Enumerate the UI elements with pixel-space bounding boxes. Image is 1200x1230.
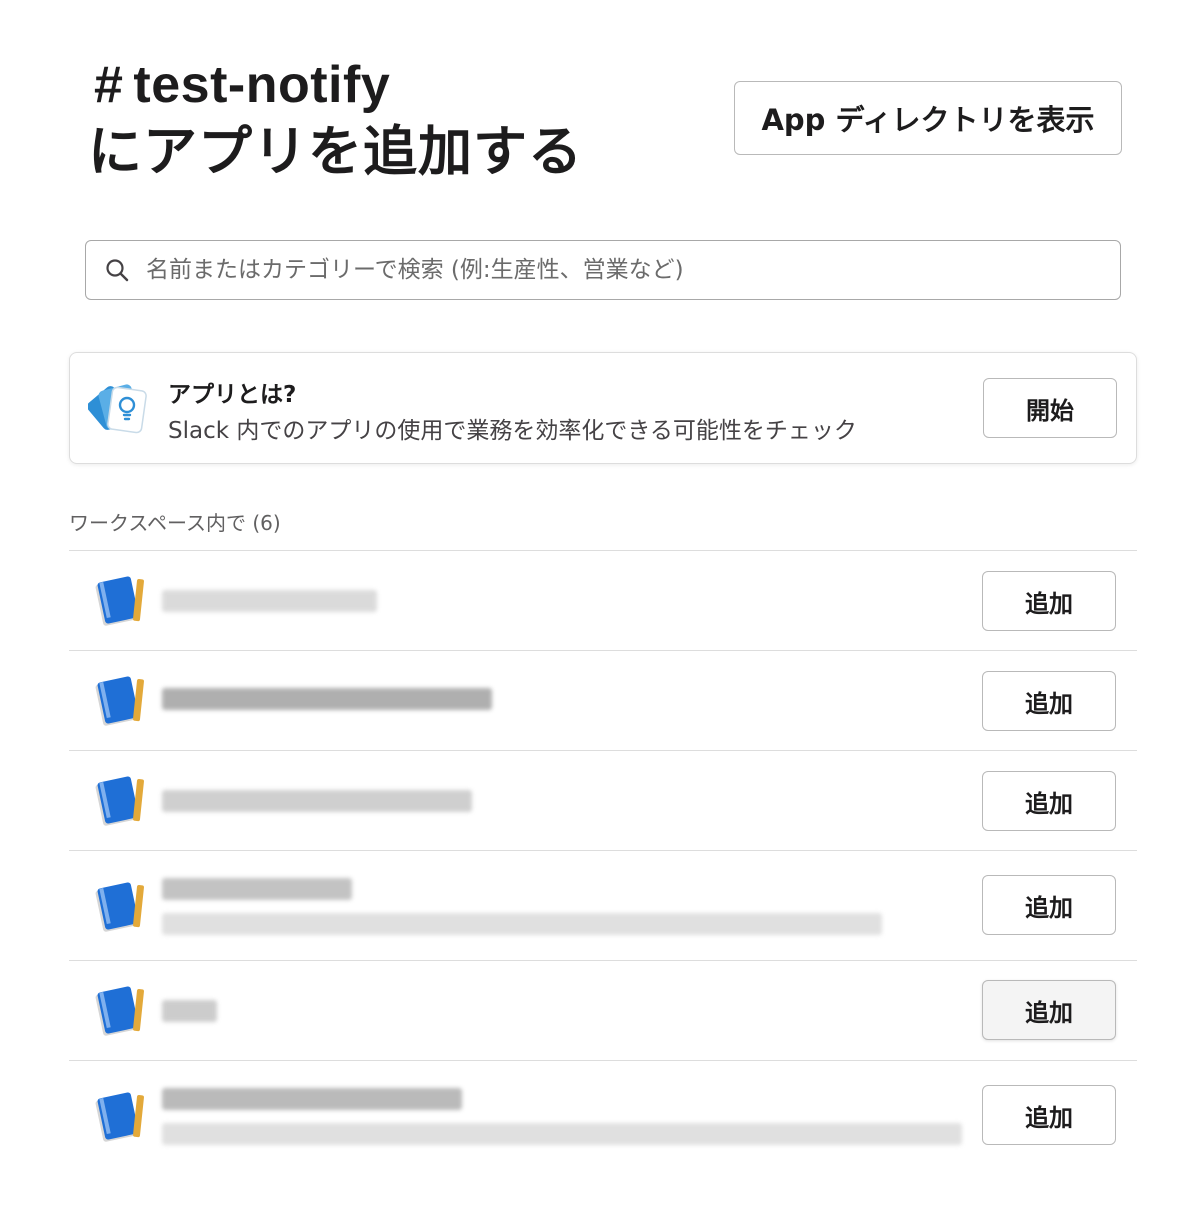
redacted-app-name (162, 878, 352, 900)
redacted-app-name (162, 590, 377, 612)
list-item: 追加 (69, 850, 1137, 960)
promo-title: アプリとは? (168, 382, 297, 408)
workspace-apps-header: ワークスペース内で (6) (69, 511, 281, 535)
app-notebook-icon (93, 773, 149, 829)
app-notebook-icon (93, 673, 149, 729)
list-item: 追加 (69, 1060, 1137, 1170)
list-item: 追加 (69, 960, 1137, 1060)
add-app-button[interactable]: 追加 (982, 875, 1116, 935)
channel-hash: # (94, 56, 124, 114)
search-box[interactable] (85, 240, 1121, 300)
add-app-button[interactable]: 追加 (982, 1085, 1116, 1145)
app-notebook-icon (93, 983, 149, 1039)
redacted-app-description (162, 913, 882, 935)
add-app-button[interactable]: 追加 (982, 671, 1116, 731)
promo-description: Slack 内でのアプリの使用で業務を効率化できる可能性をチェック (168, 418, 857, 444)
app-notebook-icon (93, 573, 149, 629)
page-title: # test-notify にアプリを追加する (88, 52, 583, 186)
app-directory-button[interactable]: App ディレクトリを表示 (734, 81, 1122, 155)
page-subtitle: にアプリを追加する (88, 122, 583, 182)
list-item: 追加 (69, 750, 1137, 850)
app-notebook-icon (93, 879, 149, 935)
app-notebook-icon (93, 1089, 149, 1145)
start-button[interactable]: 開始 (983, 378, 1117, 438)
apps-intro-card: アプリとは? Slack 内でのアプリの使用で業務を効率化できる可能性をチェック… (69, 352, 1137, 464)
search-input[interactable] (146, 241, 1120, 299)
search-icon (104, 257, 130, 283)
redacted-app-name (162, 688, 492, 710)
redacted-app-name (162, 1000, 217, 1022)
redacted-app-name (162, 1088, 462, 1110)
workspace-app-list: 追加 追加 追加 追加 追加 追加 (69, 550, 1137, 1170)
add-app-button[interactable]: 追加 (982, 980, 1116, 1040)
channel-name: test-notify (133, 56, 391, 114)
list-item: 追加 (69, 650, 1137, 750)
add-app-button[interactable]: 追加 (982, 571, 1116, 631)
add-app-button[interactable]: 追加 (982, 771, 1116, 831)
lightbulb-cards-icon (87, 377, 152, 441)
channel-title: # test-notify (88, 52, 583, 118)
redacted-app-name (162, 790, 472, 812)
redacted-app-description (162, 1123, 962, 1145)
list-item: 追加 (69, 550, 1137, 650)
